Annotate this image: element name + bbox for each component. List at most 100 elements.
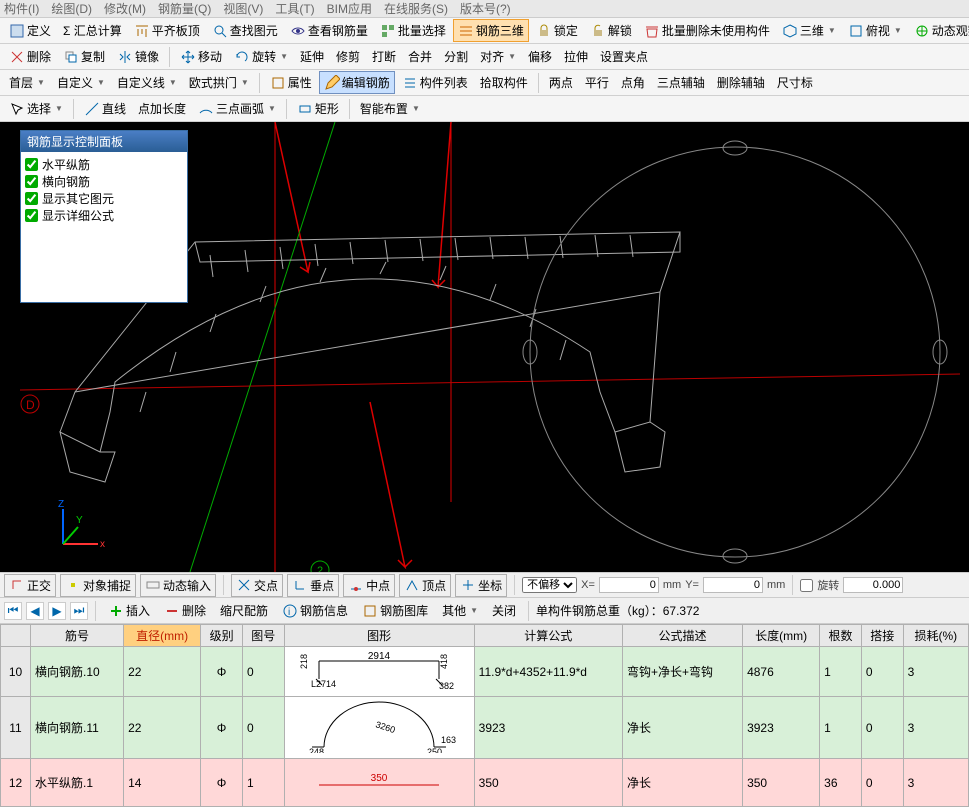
two-point-button[interactable]: 两点 [544,71,578,94]
view-rebar-qty-button[interactable]: 查看钢筋量 [285,19,373,42]
other-dropdown[interactable]: 其他▼ [437,599,483,622]
menu-tools[interactable]: 工具(T) [275,0,314,17]
rebar-table[interactable]: 筋号 直径(mm) 级别 图号 图形 计算公式 公式描述 长度(mm) 根数 搭… [0,624,969,807]
x-input[interactable] [599,577,659,593]
trim-button[interactable]: 修剪 [331,45,365,68]
menu-component[interactable]: 构件(I) [4,0,39,17]
col-shape[interactable]: 图形 [284,625,474,647]
offset-mode-select[interactable]: 不偏移 [522,577,577,593]
sum-button[interactable]: Σ 汇总计算 [58,19,127,42]
dynamic-input-toggle[interactable]: 动态输入 [140,574,216,597]
menu-draw[interactable]: 绘图(D) [51,0,92,17]
align-button[interactable]: 对齐▼ [475,45,521,68]
col-count[interactable]: 根数 [820,625,862,647]
menu-rebar[interactable]: 钢筋量(Q) [158,0,211,17]
rebar-library-button[interactable]: 钢筋图库 [357,599,433,622]
menu-bim[interactable]: BIM应用 [327,0,372,17]
top-view-button[interactable]: 俯视▼ [843,19,907,42]
rebar-display-panel[interactable]: 钢筋显示控制面板 水平纵筋 横向钢筋 显示其它图元 显示详细公式 [20,130,188,303]
define-button[interactable]: 定义 [4,19,56,42]
batch-delete-button[interactable]: 批量删除未使用构件 [639,19,775,42]
close-button[interactable]: 关闭 [487,599,521,622]
scale-rebar-button[interactable]: 缩尺配筋 [215,599,273,622]
snap-apex[interactable]: 顶点 [399,574,451,597]
col-loss[interactable]: 损耗(%) [903,625,968,647]
delete-aux-button[interactable]: 删除辅轴 [712,71,770,94]
dimension-button[interactable]: 尺寸标 [772,71,818,94]
lock-button[interactable]: 锁定 [531,19,583,42]
nav-next[interactable]: ▶ [48,602,66,620]
ortho-toggle[interactable]: 正交 [4,574,56,597]
check-horiz-longit[interactable]: 水平纵筋 [25,156,183,173]
col-shape-id[interactable]: 图号 [242,625,284,647]
component-list-button[interactable]: 构件列表 [397,71,473,94]
three-point-arc-button[interactable]: 三点画弧▼ [193,97,281,120]
edit-rebar-button[interactable]: 编辑钢筋 [319,71,395,94]
rotate-check[interactable] [800,579,813,592]
custom-line-dropdown[interactable]: 自定义线▼ [112,71,182,94]
3d-view-button[interactable]: 三维▼ [777,19,841,42]
snap-coord[interactable]: 坐标 [455,574,507,597]
parallel-button[interactable]: 平行 [580,71,614,94]
col-formula-desc[interactable]: 公式描述 [622,625,742,647]
table-row[interactable]: 10横向钢筋.1022Φ0 2914 218 L2714 418 38211.9… [1,647,969,697]
snap-intersection[interactable]: 交点 [231,574,283,597]
floor-dropdown[interactable]: 首层▼ [4,71,50,94]
rebar-info-button[interactable]: i钢筋信息 [277,599,353,622]
three-point-aux-button[interactable]: 三点辅轴 [652,71,710,94]
viewport-3d[interactable]: D 2 Z x Y 钢筋显示控制面板 [0,122,969,572]
delete-row-button[interactable]: 删除 [159,599,211,622]
table-row[interactable]: 11横向钢筋.1122Φ0 3260 248 250 1633923净长3923… [1,697,969,759]
menu-online[interactable]: 在线服务(S) [384,0,448,17]
insert-row-button[interactable]: 插入 [103,599,155,622]
copy-button[interactable]: 复制 [58,45,110,68]
menu-view[interactable]: 视图(V) [223,0,263,17]
check-transverse[interactable]: 横向钢筋 [25,173,183,190]
osnap-toggle[interactable]: 对象捕捉 [60,574,136,597]
col-formula[interactable]: 计算公式 [474,625,622,647]
stretch-button[interactable]: 拉伸 [559,45,593,68]
rotate-input[interactable] [843,577,903,593]
y-input[interactable] [703,577,763,593]
point-angle-button[interactable]: 点角 [616,71,650,94]
break-button[interactable]: 打断 [367,45,401,68]
col-grade[interactable]: 级别 [201,625,243,647]
custom-dropdown[interactable]: 自定义▼ [52,71,110,94]
split-button[interactable]: 分割 [439,45,473,68]
attribute-button[interactable]: 属性 [265,71,317,94]
check-detail-formula[interactable]: 显示详细公式 [25,207,183,224]
nav-first[interactable]: ⏮ [4,602,22,620]
rebar-3d-button[interactable]: 钢筋三维 [453,19,529,42]
offset-button[interactable]: 偏移 [523,45,557,68]
delete-button[interactable]: 删除 [4,45,56,68]
snap-perpendicular[interactable]: 垂点 [287,574,339,597]
col-splice[interactable]: 搭接 [861,625,903,647]
mirror-button[interactable]: 镜像 [112,45,164,68]
select-button[interactable]: 选择▼ [4,97,68,120]
smart-arrange-button[interactable]: 智能布置▼ [355,97,425,120]
menu-version[interactable]: 版本号(?) [460,0,511,17]
move-button[interactable]: 移动 [175,45,227,68]
col-length[interactable]: 长度(mm) [743,625,820,647]
find-element-button[interactable]: 查找图元 [207,19,283,42]
fillet-button[interactable]: 合并 [403,45,437,68]
snap-midpoint[interactable]: 中点 [343,574,395,597]
draw-line-button[interactable]: 直线 [79,97,131,120]
align-top-button[interactable]: 平齐板顶 [129,19,205,42]
table-row[interactable]: 12水平纵筋.114Φ1 350350净长3503603 [1,759,969,807]
arch-dropdown[interactable]: 欧式拱门▼ [184,71,254,94]
rect-button[interactable]: 矩形 [292,97,344,120]
unlock-button[interactable]: 解锁 [585,19,637,42]
col-diameter[interactable]: 直径(mm) [124,625,201,647]
menu-edit[interactable]: 修改(M) [104,0,146,17]
check-other-elem[interactable]: 显示其它图元 [25,190,183,207]
rotate-button[interactable]: 旋转▼ [229,45,293,68]
nav-last[interactable]: ⏭ [70,602,88,620]
point-length-button[interactable]: 点加长度 [133,97,191,120]
col-rebar-id[interactable]: 筋号 [31,625,124,647]
extend-button[interactable]: 延伸 [295,45,329,68]
batch-select-button[interactable]: 批量选择 [375,19,451,42]
pick-component-button[interactable]: 拾取构件 [475,71,533,94]
set-grip-button[interactable]: 设置夹点 [595,45,653,68]
nav-prev[interactable]: ◀ [26,602,44,620]
